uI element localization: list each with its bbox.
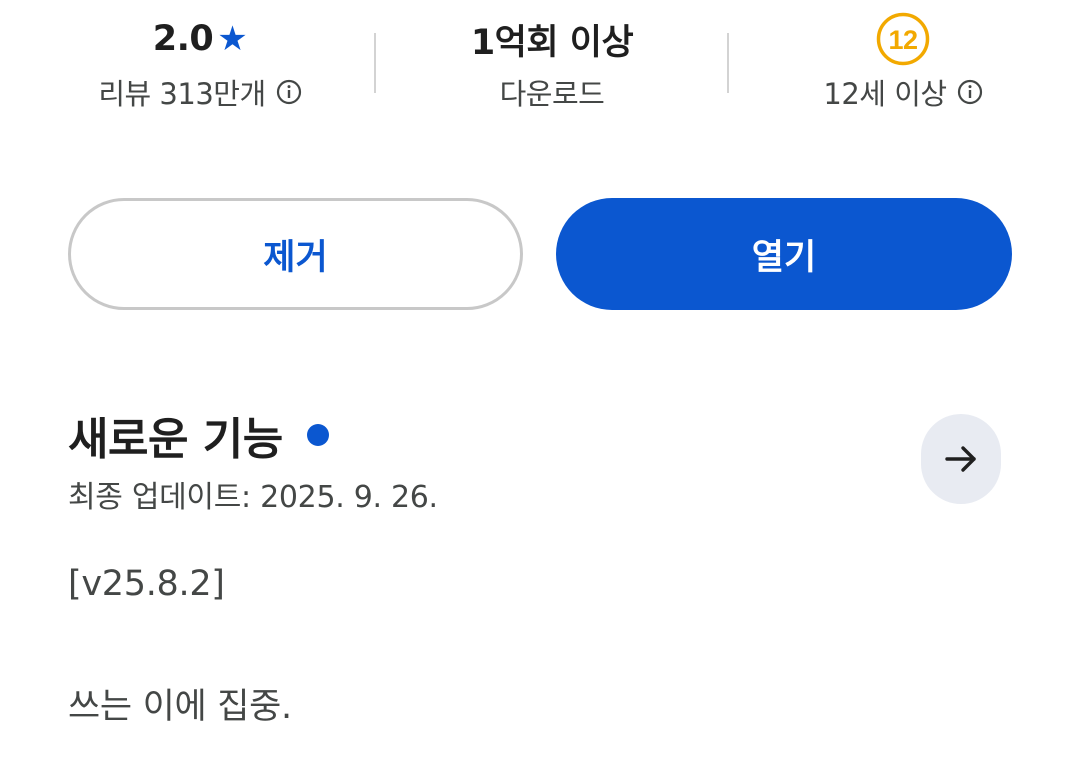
uninstall-button[interactable]: 제거 [68, 198, 523, 310]
age-badge-row: 12 [753, 12, 1053, 66]
age-badge-number: 12 [888, 25, 917, 55]
age-label: 12세 이상 [823, 77, 947, 111]
last-updated-date: 최종 업데이트: 2025. 9. 26. [68, 480, 438, 515]
downloads-value: 1억회 이상 [470, 22, 634, 63]
info-icon[interactable] [276, 79, 302, 105]
app-stats-row: 2.0 ★ 리뷰 313만개 1억회 이상 다운로드 12 12세 이상 [0, 0, 1080, 130]
arrow-right-icon [945, 446, 976, 472]
star-icon: ★ [217, 19, 248, 59]
open-button[interactable]: 열기 [556, 198, 1012, 310]
whats-new-title: 새로운 기능 [68, 414, 283, 465]
rating-value-row: 2.0 ★ [50, 14, 350, 64]
new-indicator-dot [306, 424, 329, 446]
whats-new-header: 새로운 기능 [68, 405, 329, 465]
reviews-count: 리뷰 313만개 [98, 77, 266, 111]
whats-new-expand-button[interactable] [921, 414, 1001, 504]
release-note-description: 쓰는 이에 집중. [68, 687, 292, 727]
info-icon[interactable] [957, 79, 983, 105]
release-note-version: [v25.8.2] [68, 564, 225, 604]
age-row: 12세 이상 [753, 72, 1053, 112]
reviews-row: 리뷰 313만개 [50, 72, 350, 112]
rating-stat[interactable]: 2.0 ★ 리뷰 313만개 [50, 14, 350, 112]
stat-divider [727, 33, 729, 93]
downloads-stat: 1억회 이상 다운로드 [402, 14, 702, 112]
downloads-label: 다운로드 [499, 77, 605, 111]
age-rating-badge-icon: 12 [876, 12, 930, 66]
age-rating-stat[interactable]: 12 12세 이상 [753, 12, 1053, 112]
stat-divider [374, 33, 376, 93]
rating-value: 2.0 [152, 19, 214, 59]
